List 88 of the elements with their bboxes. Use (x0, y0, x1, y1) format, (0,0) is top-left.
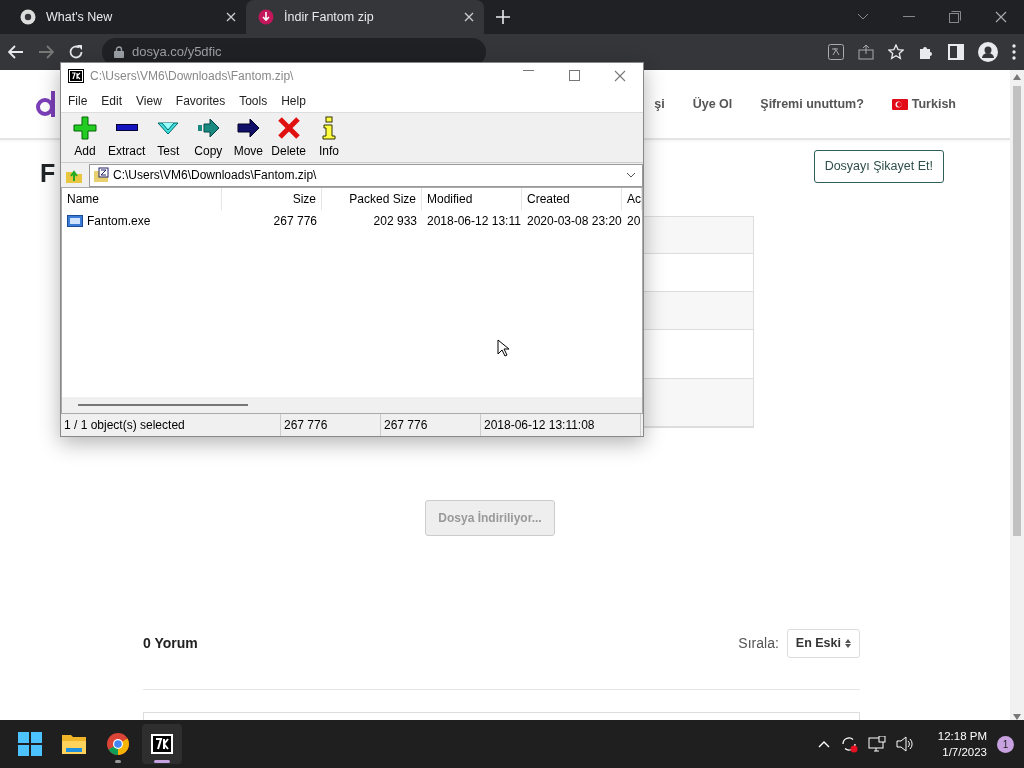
table-cell-text: 2020-03-08 23:20 (526, 213, 622, 230)
table-cell-text: 20 (626, 213, 642, 230)
network-icon[interactable] (867, 736, 886, 752)
new-tab-icon[interactable] (496, 10, 510, 24)
table-cell: Fantom.exe (62, 212, 222, 230)
sort-select[interactable]: En Eski (786, 629, 860, 658)
puzzle-icon[interactable] (918, 44, 934, 60)
table-cell-text: 2018-06-12 13:11 (426, 213, 522, 230)
minimize-icon[interactable] (903, 16, 915, 18)
browser-tab[interactable]: İndir Fantom zip (246, 0, 484, 34)
more-icon[interactable] (1012, 44, 1016, 60)
window-title: C:\Users\VM6\Downloads\Fantom.zip\ (90, 68, 294, 85)
report-button[interactable]: Dosyayı Şikayet Et! (813, 150, 944, 183)
plus-icon (73, 115, 97, 140)
scrollbar-thumb[interactable] (78, 404, 248, 406)
language-link[interactable]: Turkish (891, 94, 956, 114)
app-icon (150, 732, 174, 756)
column-header[interactable]: Ac (622, 188, 642, 210)
browser-tab[interactable]: What's New (8, 0, 246, 34)
path-field[interactable]: C:\Users\VM6\Downloads\Fantom.zip\ (89, 163, 643, 187)
scroll-up-icon (1013, 74, 1021, 80)
logo-icon (36, 91, 58, 117)
minimize-icon[interactable] (522, 70, 534, 71)
dropdown-icon[interactable] (626, 172, 636, 178)
back-icon[interactable] (8, 45, 24, 59)
nav-link[interactable]: Şifremi unuttum? (760, 94, 864, 114)
volume-icon[interactable] (895, 736, 914, 752)
translate-icon[interactable] (828, 44, 844, 60)
reload-icon[interactable] (68, 44, 84, 60)
nav-link[interactable]: şi (654, 94, 665, 114)
menu-item[interactable]: Favorites (175, 91, 226, 110)
comment-count: 0 Yorum (143, 633, 198, 653)
status-text: 2018-06-12 13:11:08 (481, 414, 641, 436)
menu-item[interactable]: Help (281, 91, 306, 110)
maximize-icon[interactable] (568, 70, 580, 81)
taskbar-app[interactable] (142, 724, 182, 764)
column-header[interactable]: Packed Size (322, 188, 422, 210)
toolbar-button[interactable]: Move (228, 113, 269, 162)
lock-icon (114, 46, 124, 58)
status-text: 267 776 (281, 414, 381, 436)
toolbar-button[interactable]: Extract (105, 113, 149, 162)
nav-link[interactable]: Üye Ol (692, 94, 733, 114)
column-header[interactable]: Name (62, 188, 222, 210)
forward-icon[interactable] (38, 45, 54, 59)
toolbar-button[interactable]: Delete (268, 113, 310, 162)
close-icon[interactable] (614, 70, 626, 82)
flag-icon (891, 98, 908, 110)
scrollbar[interactable] (1010, 70, 1024, 720)
close-icon[interactable] (464, 12, 474, 22)
archive-icon (93, 167, 109, 183)
windows-icon (18, 732, 42, 756)
restore-icon[interactable] (949, 11, 961, 23)
avatar-icon[interactable] (978, 42, 998, 62)
notification-badge[interactable]: 1 (997, 735, 1014, 753)
column-header[interactable]: Modified (422, 188, 522, 210)
menu-item[interactable]: File (68, 91, 88, 110)
sort-label: Sırala: (738, 633, 779, 653)
chevron-up-icon[interactable] (817, 740, 830, 748)
close-icon[interactable] (995, 11, 1007, 23)
star-icon[interactable] (888, 44, 904, 60)
toolbar-button[interactable]: Add (65, 113, 105, 162)
menu-item[interactable]: Edit (101, 91, 123, 110)
page-heading: F (40, 158, 56, 188)
menu-item[interactable]: Tools (239, 91, 268, 110)
toolbar-button[interactable]: Info (309, 113, 350, 162)
file-icon (67, 215, 83, 227)
sync-icon[interactable] (839, 735, 858, 753)
status-text: 1 / 1 object(s) selected (61, 414, 281, 436)
chevron-down-icon[interactable] (857, 13, 869, 21)
cursor-icon (497, 339, 509, 357)
status-text: 267 776 (381, 414, 481, 436)
share-icon[interactable] (858, 44, 874, 60)
toolbar-button[interactable]: Test (148, 113, 189, 162)
column-header[interactable]: Size (222, 188, 322, 210)
menu-item[interactable]: View (136, 91, 162, 110)
toolbar-button[interactable]: Copy (188, 113, 229, 162)
column-header[interactable]: Created (522, 188, 622, 210)
sidebar-icon[interactable] (948, 44, 964, 60)
app-icon (68, 69, 84, 83)
folder-icon (62, 732, 86, 756)
clock[interactable]: 12:18 PM 1/7/2023 (937, 727, 987, 761)
minus-icon (115, 123, 138, 131)
close-icon[interactable] (226, 12, 236, 22)
table-cell-text: 267 776 (272, 213, 318, 230)
delete-icon (276, 115, 301, 140)
sort-icon (845, 638, 851, 648)
table-cell-text: 202 933 (372, 213, 418, 230)
download-icon (258, 9, 274, 25)
